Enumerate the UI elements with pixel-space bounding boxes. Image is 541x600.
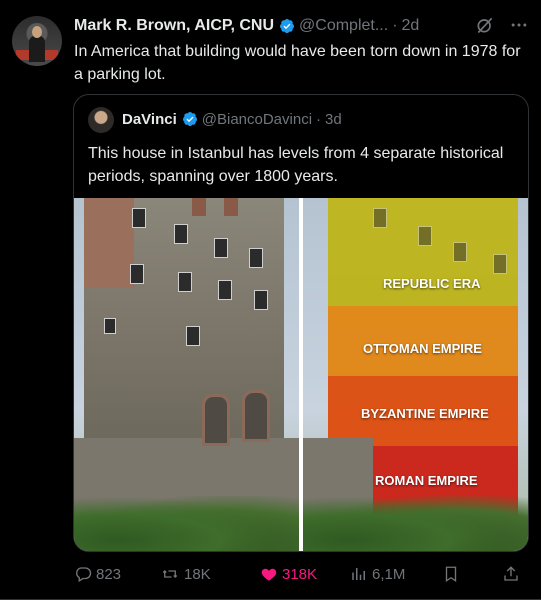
quote-author-avatar[interactable] [88,107,114,133]
share-icon [504,566,518,581]
quote-text: This house in Istanbul has levels from 4… [88,145,504,185]
photo-annotated-half: REPUBLIC ERA OTTOMAN EMPIRE BYZANTINE EM… [303,198,528,551]
grok-icon[interactable] [475,15,495,35]
reply-button[interactable]: 823 [74,565,160,583]
separator-dot: · [392,17,398,34]
bookmark-button[interactable] [442,565,502,583]
quote-time[interactable]: 3d [325,111,342,128]
author-name[interactable]: Mark R. Brown, AICP, CNU [74,17,274,35]
author-handle[interactable]: @Complet... [299,17,388,35]
repost-icon [162,570,178,578]
verified-badge-icon [182,112,197,127]
quote-author-handle[interactable]: @BiancoDavinci [202,111,312,128]
view-count: 6,1M [372,565,406,583]
author-avatar[interactable] [12,16,62,66]
reply-icon [76,567,92,582]
label-ottoman-empire: OTTOMAN EMPIRE [363,341,482,356]
separator-dot: · [316,110,322,128]
quoted-tweet[interactable]: DaVinci @BiancoDavinci · 3d This house i… [73,94,529,552]
bookmark-icon [445,566,457,583]
label-republic-era: REPUBLIC ERA [383,276,481,291]
reply-count: 823 [96,565,122,583]
share-button[interactable] [502,565,520,583]
like-button[interactable]: 318K [260,565,350,583]
views-button[interactable]: 6,1M [350,565,442,583]
tweet-time[interactable]: 2d [402,17,420,35]
label-byzantine-empire: BYZANTINE EMPIRE [361,406,489,421]
quote-header: DaVinci @BiancoDavinci · 3d [122,108,516,130]
photo-original-half [74,198,299,551]
tweet[interactable]: Mark R. Brown, AICP, CNU @Complet... · 2… [0,0,541,600]
tweet-text: In America that building would have been… [74,43,521,83]
repost-count: 18K [184,565,211,583]
label-roman-empire: ROMAN EMPIRE [375,473,478,488]
action-bar: 823 18K 318K 6,1M [74,562,530,586]
verified-badge-icon [280,19,295,34]
building-photo[interactable]: REPUBLIC ERA OTTOMAN EMPIRE BYZANTINE EM… [74,198,528,551]
quote-author-name[interactable]: DaVinci [122,111,177,128]
tweet-header: Mark R. Brown, AICP, CNU @Complet... · 2… [74,15,529,37]
views-icon [352,568,365,580]
repost-button[interactable]: 18K [160,565,260,583]
more-icon[interactable] [509,15,529,35]
like-icon [261,568,277,581]
like-count: 318K [282,565,318,583]
